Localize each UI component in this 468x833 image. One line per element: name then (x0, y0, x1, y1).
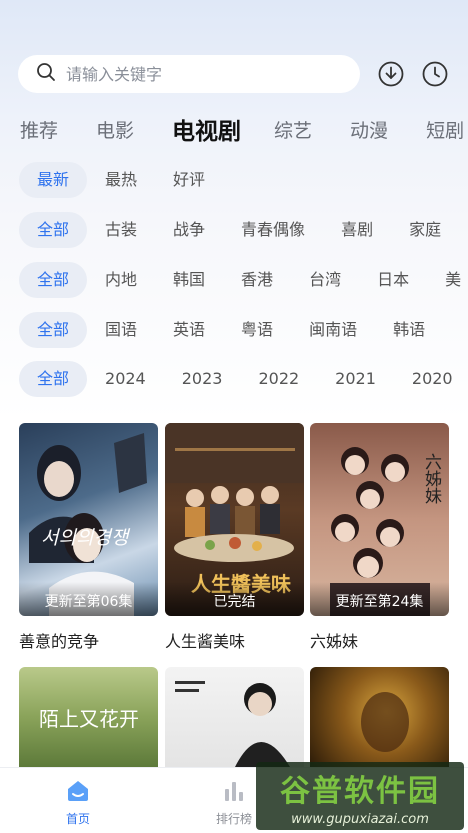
filter-chip-year[interactable]: 2020 (394, 361, 468, 397)
poster[interactable] (165, 667, 304, 767)
tab-short-drama[interactable]: 短剧 (426, 116, 464, 143)
search-box[interactable] (18, 55, 360, 93)
episode-badge: 已完结 (165, 582, 304, 616)
filter-chip-genre[interactable]: 战争 (155, 212, 223, 248)
watermark-text: 谷普软件园 (280, 773, 440, 809)
tab-ranking[interactable]: 排行榜 (204, 776, 264, 827)
episode-badge: 更新至第24集 (310, 582, 449, 616)
tab-ranking-label: 排行榜 (215, 812, 252, 826)
filter-chip-region[interactable]: 台湾 (291, 262, 359, 298)
filter-row-sort: 最新 最热 好评 (19, 162, 223, 198)
episode-badge: 更新至第06集 (19, 582, 158, 616)
search-row (18, 55, 456, 93)
filter-chip-genre[interactable]: 古装 (87, 212, 155, 248)
poster-title-art: 서의의경쟁 (41, 527, 129, 549)
poster-title-art: 陌上又花开 (39, 707, 139, 731)
poster[interactable]: 서의의경쟁 更新至第06集 (19, 423, 158, 616)
filter-chip-year[interactable]: 2021 (317, 361, 394, 397)
filter-chip-region[interactable]: 美 (427, 262, 468, 298)
filter-chip-region[interactable]: 内地 (87, 262, 155, 298)
filter-chip-year[interactable]: 2023 (164, 361, 241, 397)
tab-anime[interactable]: 动漫 (350, 116, 388, 143)
filter-chip-region[interactable]: 香港 (223, 262, 291, 298)
filter-chip-genre[interactable]: 全部 (19, 212, 88, 248)
filter-chip-language[interactable]: 粤语 (223, 312, 291, 348)
filter-chip-year[interactable]: 2024 (87, 361, 164, 397)
tab-variety[interactable]: 综艺 (274, 116, 312, 143)
download-icon[interactable] (378, 61, 404, 87)
video-card[interactable]: 서의의경쟁 更新至第06集 善意的竞争 (19, 423, 158, 652)
chart-icon (204, 776, 264, 804)
card-title[interactable]: 善意的竞争 (19, 628, 158, 652)
filter-chip-genre[interactable]: 青春偶像 (223, 212, 323, 248)
search-input[interactable] (66, 64, 326, 84)
poster[interactable]: 人生醬美味 已完结 (165, 423, 304, 616)
filter-chip-year[interactable]: 2022 (240, 361, 317, 397)
tab-home[interactable]: 首页 (48, 776, 108, 827)
history-icon[interactable] (422, 61, 448, 87)
video-card[interactable] (165, 667, 304, 767)
card-title[interactable]: 人生酱美味 (165, 628, 304, 652)
poster[interactable]: 陌上又花开 (19, 667, 158, 767)
filter-chip-sort[interactable]: 最新 (19, 162, 88, 198)
video-card[interactable] (310, 667, 449, 767)
filter-row-language: 全部 国语 英语 粤语 闽南语 韩语 (19, 312, 443, 348)
filter-chip-sort[interactable]: 好评 (155, 162, 223, 198)
filter-chip-region[interactable]: 日本 (359, 262, 427, 298)
filter-chip-sort[interactable]: 最热 (87, 162, 155, 198)
poster[interactable]: 六姊妹 更新至第24集 (310, 423, 449, 616)
filter-chip-region[interactable]: 全部 (19, 262, 88, 298)
watermark-url: www.gupuxiazai.com (291, 811, 429, 827)
filter-row-year: 全部 2024 2023 2022 2021 2020 (19, 361, 468, 397)
tab-recommend[interactable]: 推荐 (20, 116, 58, 143)
video-card[interactable]: 六姊妹 更新至第24集 六姊妹 (310, 423, 449, 652)
filter-chip-language[interactable]: 全部 (19, 312, 88, 348)
tab-tv-series[interactable]: 电视剧 (172, 112, 241, 146)
video-card[interactable]: 人生醬美味 已完结 人生酱美味 (165, 423, 304, 652)
filter-chip-language[interactable]: 闽南语 (291, 312, 375, 348)
filter-chip-genre[interactable]: 喜剧 (323, 212, 391, 248)
poster-title-art: 六姊妹 (421, 453, 441, 504)
video-card[interactable]: 陌上又花开 (19, 667, 158, 767)
tab-home-label: 首页 (65, 812, 90, 826)
card-title[interactable]: 六姊妹 (310, 628, 449, 652)
search-icon (36, 62, 56, 86)
filter-chip-language[interactable]: 国语 (87, 312, 155, 348)
filter-chip-region[interactable]: 韩国 (155, 262, 223, 298)
tab-movie[interactable]: 电影 (96, 116, 134, 143)
poster[interactable] (310, 667, 449, 767)
category-tabs: 推荐 电影 电视剧 综艺 动漫 短剧 (20, 112, 468, 146)
filter-chip-language[interactable]: 韩语 (375, 312, 443, 348)
home-icon (48, 776, 108, 804)
filter-row-region: 全部 内地 韩国 香港 台湾 日本 美 (19, 262, 468, 298)
filter-chip-genre[interactable]: 家庭 (391, 212, 459, 248)
filter-chip-year[interactable]: 全部 (19, 361, 88, 397)
filter-row-genre: 全部 古装 战争 青春偶像 喜剧 家庭 (19, 212, 459, 248)
filter-chip-language[interactable]: 英语 (155, 312, 223, 348)
watermark-logo: 谷普软件园 www.gupuxiazai.com (256, 762, 464, 830)
